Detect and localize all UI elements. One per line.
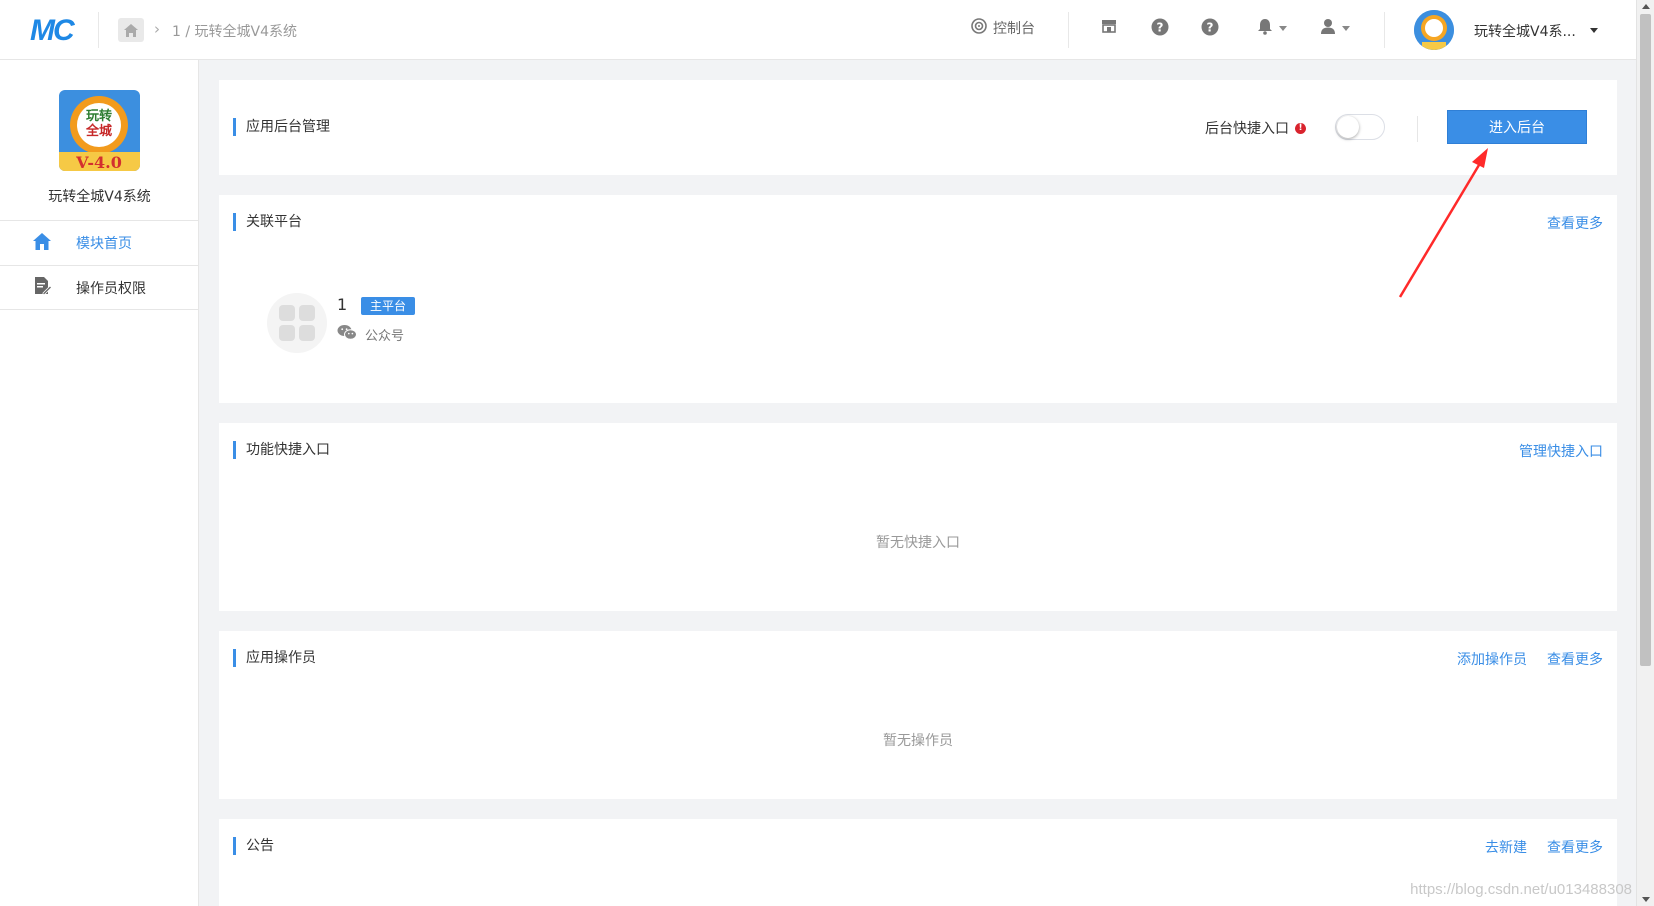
manage-shortcuts-link[interactable]: 管理快捷入口 [1519,441,1603,461]
svg-text:MC: MC [30,14,76,46]
notification-dropdown[interactable] [1257,18,1287,39]
create-notice-link[interactable]: 去新建 [1485,837,1527,857]
card-links: 管理快捷入口 [1519,441,1603,461]
home-icon [32,232,52,255]
card-links: 添加操作员 查看更多 [1457,649,1603,669]
bell-icon [1257,18,1273,39]
scroll-down-icon[interactable] [1642,897,1650,902]
view-more-link[interactable]: 查看更多 [1547,837,1603,857]
svg-text:玩转: 玩转 [86,108,112,124]
add-operator-link[interactable]: 添加操作员 [1457,649,1527,669]
sidebar-item-module-home[interactable]: 模块首页 [0,220,199,265]
breadcrumb[interactable]: 1 / 玩转全城V4系统 [172,21,297,41]
platform-avatar[interactable] [267,293,327,353]
brand-logo[interactable]: MC [30,14,78,47]
user-name[interactable]: 玩转全城V4系... [1474,21,1576,41]
card-links: 去新建 查看更多 [1485,837,1603,857]
chevron-right-icon: › [154,20,160,38]
empty-state: 暂无快捷入口 [876,535,960,551]
chevron-down-icon [1342,26,1350,31]
quick-entry-text: 后台快捷入口 [1205,121,1289,137]
app-logo: 玩转 全城 V-4.0 [59,90,140,171]
watermark: https://blog.csdn.net/u013488308 [1410,881,1632,898]
chevron-down-icon[interactable] [1590,28,1598,33]
toggle-knob [1337,116,1359,138]
svg-text:?: ? [1207,21,1214,35]
operators-card: 应用操作员 添加操作员 查看更多 暂无操作员 [219,631,1617,799]
sidebar: 玩转 全城 V-4.0 玩转全城V4系统 模块首页 操作员权限 [0,60,199,906]
scroll-up-icon[interactable] [1642,4,1650,9]
platform-name[interactable]: 1 [337,295,347,314]
platform-type-label: 公众号 [365,328,405,344]
backend-card: 应用后台管理 后台快捷入口 ! 进入后台 [219,80,1617,175]
enter-backend-button[interactable]: 进入后台 [1447,110,1587,144]
info-icon[interactable]: ! [1295,122,1306,134]
user-icon [1320,18,1336,39]
divider [1384,12,1385,48]
side-menu: 模块首页 操作员权限 [0,220,199,310]
empty-state: 暂无操作员 [883,733,953,749]
sidebar-item-label: 操作员权限 [76,280,146,297]
scroll-thumb[interactable] [1640,14,1651,666]
console-label: 控制台 [993,21,1035,37]
help-icon[interactable]: ? [1201,18,1219,36]
edit-doc-icon [32,276,53,300]
main-platform-badge: 主平台 [361,297,416,315]
help-icon[interactable]: ? [1151,18,1169,36]
svg-text:V-4.0: V-4.0 [75,153,122,171]
svg-text:全城: 全城 [85,123,112,139]
app-name: 玩转全城V4系统 [48,189,151,205]
platforms-card: 关联平台 查看更多 1 主平台 公众号 [219,195,1617,403]
grid-icon [279,305,315,341]
card-links: 查看更多 [1547,213,1603,233]
target-icon [971,18,987,38]
card-title: 关联平台 [233,213,302,231]
view-more-link[interactable]: 查看更多 [1547,649,1603,669]
sidebar-item-label: 模块首页 [76,236,132,252]
shortcuts-card: 功能快捷入口 管理快捷入口 暂无快捷入口 [219,423,1617,611]
card-title: 公告 [233,837,274,855]
quick-entry-label: 后台快捷入口 ! [1205,118,1306,138]
avatar[interactable] [1414,10,1454,50]
card-title: 应用操作员 [233,649,316,667]
top-bar: MC › 1 / 玩转全城V4系统 控制台 ? ? 玩转全城V4系... [0,0,1636,60]
card-title: 功能快捷入口 [233,441,330,459]
view-more-link[interactable]: 查看更多 [1547,213,1603,233]
svg-text:?: ? [1157,21,1164,35]
sidebar-item-operator-permissions[interactable]: 操作员权限 [0,265,199,310]
platform-type: 公众号 [337,324,404,344]
scrollbar[interactable] [1636,0,1654,906]
user-dropdown[interactable] [1320,18,1350,39]
quick-entry-toggle[interactable] [1335,114,1385,140]
chevron-down-icon [1279,26,1287,31]
divider [1068,12,1069,48]
home-icon[interactable] [118,18,144,42]
divider [1417,116,1418,142]
wechat-icon [337,324,357,344]
console-link[interactable]: 控制台 [971,18,1035,38]
divider [98,12,99,48]
notices-card: 公告 去新建 查看更多 [219,819,1617,906]
store-icon[interactable] [1101,18,1117,34]
card-title: 应用后台管理 [233,118,330,136]
